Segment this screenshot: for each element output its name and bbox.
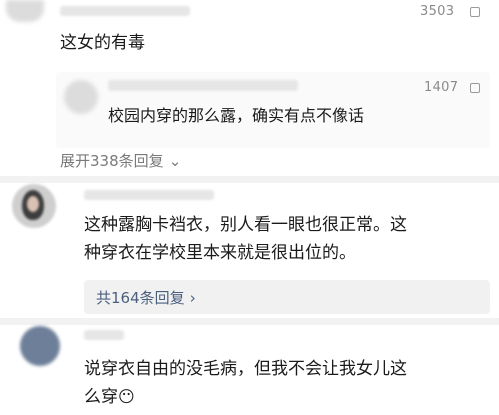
expand-replies-link[interactable]: 展开338条回复 ⌄ (60, 150, 181, 171)
username[interactable] (84, 190, 214, 200)
reply-username[interactable] (108, 80, 298, 91)
comment-text: 这女的有毒 (60, 33, 145, 53)
like-count: 3503 (420, 4, 455, 19)
like-icon[interactable] (470, 7, 480, 17)
comment-text-line2-text: 么穿 (84, 387, 118, 407)
emoji-icon: 😶 (118, 387, 135, 406)
comment-text-line2: 么穿😶 (84, 384, 135, 410)
username[interactable] (60, 6, 190, 16)
reply-count-label: 共164条回复 (96, 289, 185, 307)
reply-count-link[interactable]: 共164条回复 › (96, 287, 196, 308)
reply-like-icon[interactable] (470, 83, 480, 93)
username[interactable] (84, 330, 124, 340)
expand-replies-label: 展开338条回复 (60, 152, 164, 170)
reply-avatar[interactable] (64, 80, 98, 114)
comment-text-line1: 说穿衣自由的没毛病，但我不会让我女儿这 (84, 359, 407, 379)
comment-text-line2: 种穿衣在学校里本来就是很出位的。 (84, 243, 356, 263)
avatar[interactable] (12, 184, 56, 228)
comment-text-line1: 这种露胸卡裆衣，别人看一眼也很正常。这 (84, 215, 407, 235)
chevron-down-icon: ⌄ (168, 152, 182, 170)
chevron-right-icon: › (189, 289, 196, 307)
avatar[interactable] (20, 326, 60, 366)
divider (0, 318, 499, 325)
avatar[interactable] (6, 0, 44, 22)
reply-text: 校园内穿的那么露，确实有点不像话 (108, 106, 365, 125)
reply-like-count: 1407 (424, 80, 459, 95)
divider (0, 176, 499, 183)
